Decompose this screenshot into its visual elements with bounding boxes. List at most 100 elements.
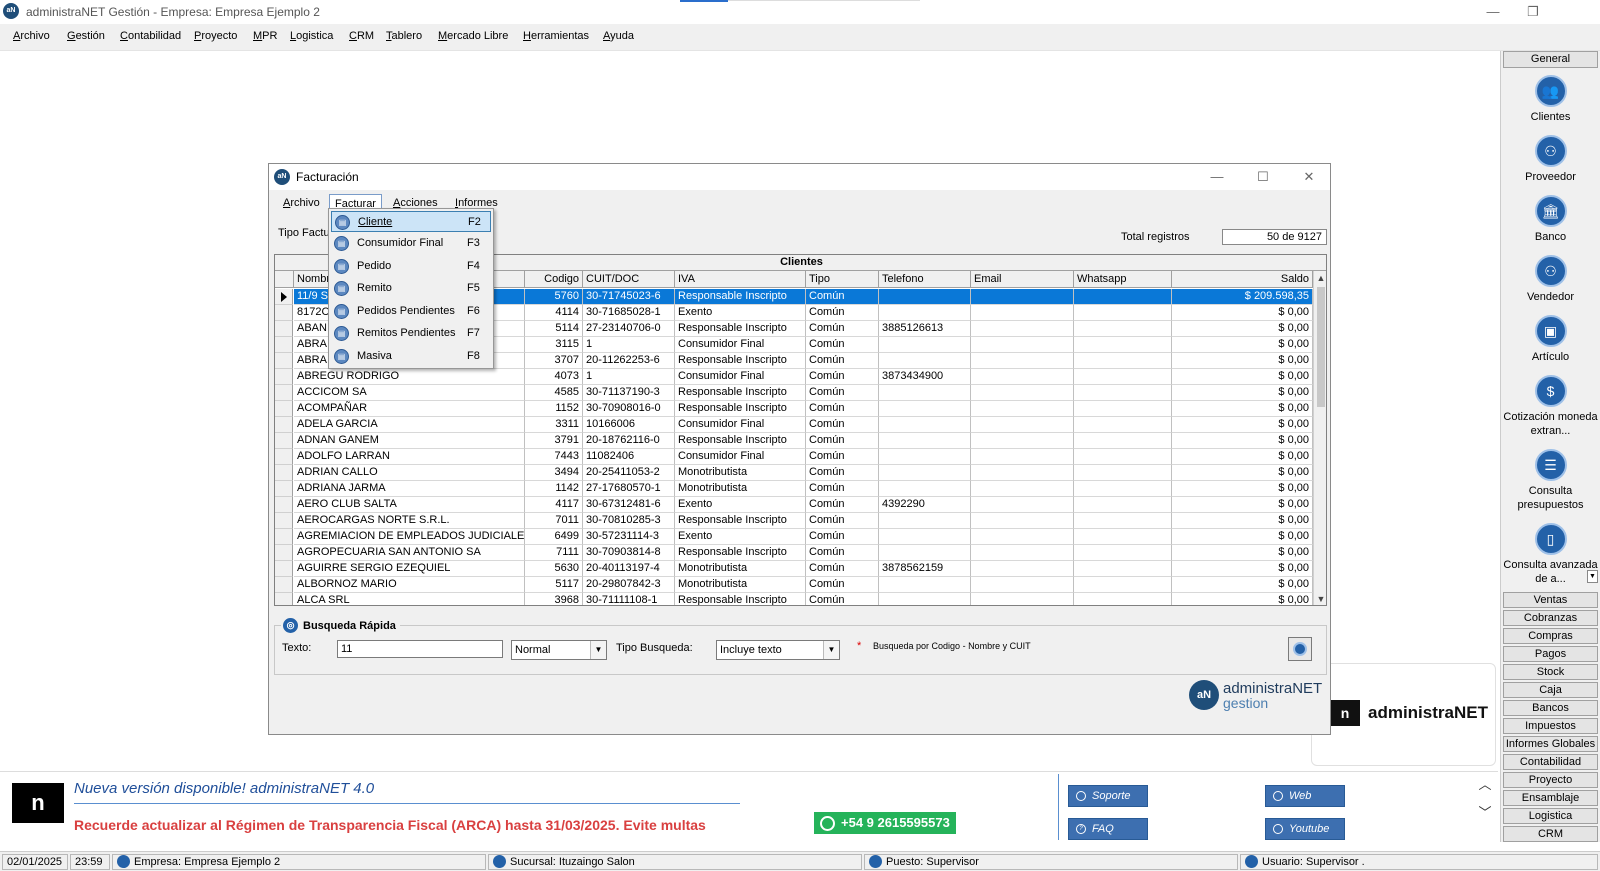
cell-saldo[interactable]: $ 0,00: [1172, 433, 1313, 449]
cell-telefono[interactable]: [879, 337, 971, 353]
cell-codigo[interactable]: 3311: [525, 417, 583, 433]
row-indicator[interactable]: [275, 497, 293, 513]
cell-nombre[interactable]: AERO CLUB SALTA: [294, 497, 525, 513]
cell-telefono[interactable]: [879, 529, 971, 545]
cell-whatsapp[interactable]: [1074, 337, 1172, 353]
shortcut-consulta-presupuestos[interactable]: ☰ Consulta presupuestos: [1503, 449, 1598, 512]
facturar-item-pedidos-pendientes[interactable]: ▤ Pedidos Pendientes F6: [331, 301, 491, 322]
col-header-codigo[interactable]: Codigo: [525, 271, 583, 288]
facturar-item-pedido[interactable]: ▤ Pedido F4: [331, 256, 491, 277]
menu-mpr[interactable]: MPR: [253, 30, 277, 42]
menu-herramientas[interactable]: Herramientas: [523, 30, 589, 42]
cell-codigo[interactable]: 4073: [525, 369, 583, 385]
row-indicator[interactable]: [275, 593, 293, 605]
module-proyecto[interactable]: Proyecto: [1503, 772, 1598, 788]
cell-email[interactable]: [971, 385, 1074, 401]
cell-nombre[interactable]: AGUIRRE SERGIO EZEQUIEL: [294, 561, 525, 577]
chevron-down-icon[interactable]: ▼: [590, 641, 606, 659]
cell-codigo[interactable]: 4117: [525, 497, 583, 513]
cell-codigo[interactable]: 7443: [525, 449, 583, 465]
cell-telefono[interactable]: [879, 481, 971, 497]
row-indicator[interactable]: [275, 385, 293, 401]
news-headline[interactable]: Nueva versión disponible! administraNET …: [74, 780, 374, 797]
cell-telefono[interactable]: [879, 417, 971, 433]
cell-tipo[interactable]: Común: [806, 353, 879, 369]
youtube-button[interactable]: Youtube: [1265, 818, 1345, 840]
cell-email[interactable]: [971, 369, 1074, 385]
cell-cuit[interactable]: 30-70908016-0: [583, 401, 675, 417]
cell-nombre[interactable]: AGREMIACION DE EMPLEADOS JUDICIALES Y D: [294, 529, 525, 545]
table-row[interactable]: AGUIRRE SERGIO EZEQUIEL 5630 20-40113197-4…: [275, 561, 1313, 577]
cell-nombre[interactable]: ALBORNOZ MARIO: [294, 577, 525, 593]
cell-cuit[interactable]: 20-29807842-3: [583, 577, 675, 593]
table-row[interactable]: ADRIANA JARMA 1142 27-17680570-1 Monotribut…: [275, 481, 1313, 497]
cell-whatsapp[interactable]: [1074, 481, 1172, 497]
table-row[interactable]: AERO CLUB SALTA 4117 30-67312481-6 Exento Co…: [275, 497, 1313, 513]
cell-cuit[interactable]: 30-57231114-3: [583, 529, 675, 545]
cell-iva[interactable]: Responsable Inscripto: [675, 401, 806, 417]
cell-whatsapp[interactable]: [1074, 321, 1172, 337]
cell-iva[interactable]: Responsable Inscripto: [675, 321, 806, 337]
cell-email[interactable]: [971, 417, 1074, 433]
shortcut-cotizacion[interactable]: $ Cotización moneda extran...: [1503, 375, 1598, 438]
cell-codigo[interactable]: 1142: [525, 481, 583, 497]
menu-crm[interactable]: CRM: [349, 30, 374, 42]
cell-tipo[interactable]: Común: [806, 369, 879, 385]
cell-iva[interactable]: Consumidor Final: [675, 449, 806, 465]
cell-cuit[interactable]: 30-67312481-6: [583, 497, 675, 513]
module-informes-globales[interactable]: Informes Globales: [1503, 736, 1598, 752]
cell-whatsapp[interactable]: [1074, 385, 1172, 401]
grid-vertical-scrollbar[interactable]: ▲ ▼: [1313, 271, 1326, 605]
row-indicator[interactable]: [275, 465, 293, 481]
cell-tipo[interactable]: Común: [806, 401, 879, 417]
search-type-select[interactable]: Incluye texto ▼: [716, 640, 840, 660]
cell-nombre[interactable]: ABREGU RODRIGO: [294, 369, 525, 385]
module-ensamblaje[interactable]: Ensamblaje: [1503, 790, 1598, 806]
row-indicator[interactable]: [275, 337, 293, 353]
cell-saldo[interactable]: $ 209.598,35: [1172, 289, 1313, 305]
menu-proyecto[interactable]: Proyecto: [194, 30, 237, 42]
shortcut-consulta-avanzada[interactable]: ▯ Consulta avanzada de a...: [1503, 523, 1598, 586]
cell-telefono[interactable]: 3873434900: [879, 369, 971, 385]
cell-cuit[interactable]: 30-71137190-3: [583, 385, 675, 401]
cell-cuit[interactable]: 27-17680570-1: [583, 481, 675, 497]
current-row-arrow-icon[interactable]: [275, 289, 293, 305]
cell-saldo[interactable]: $ 0,00: [1172, 353, 1313, 369]
cell-saldo[interactable]: $ 0,00: [1172, 385, 1313, 401]
table-row[interactable]: ADELA GARCIA 3311 10166006 Consumidor Final…: [275, 417, 1313, 433]
cell-tipo[interactable]: Común: [806, 465, 879, 481]
row-indicator[interactable]: [275, 529, 293, 545]
cell-nombre[interactable]: ALCA SRL: [294, 593, 525, 605]
col-header-telefono[interactable]: Telefono: [879, 271, 971, 288]
col-header-iva[interactable]: IVA: [675, 271, 806, 288]
cell-telefono[interactable]: [879, 513, 971, 529]
search-text-input[interactable]: 11: [337, 640, 503, 658]
col-header-tipo[interactable]: Tipo: [806, 271, 879, 288]
col-header-cuit[interactable]: CUIT/DOC: [583, 271, 675, 288]
row-indicator[interactable]: [275, 577, 293, 593]
cell-saldo[interactable]: $ 0,00: [1172, 481, 1313, 497]
cell-saldo[interactable]: $ 0,00: [1172, 529, 1313, 545]
cell-email[interactable]: [971, 561, 1074, 577]
cell-email[interactable]: [971, 481, 1074, 497]
module-caja[interactable]: Caja: [1503, 682, 1598, 698]
cell-iva[interactable]: Exento: [675, 497, 806, 513]
cell-saldo[interactable]: $ 0,00: [1172, 401, 1313, 417]
row-indicator[interactable]: [275, 433, 293, 449]
facturar-item-remito[interactable]: ▤ Remito F5: [331, 278, 491, 299]
cell-cuit[interactable]: 20-25411053-2: [583, 465, 675, 481]
cell-email[interactable]: [971, 289, 1074, 305]
cell-cuit[interactable]: 1: [583, 369, 675, 385]
cell-codigo[interactable]: 5630: [525, 561, 583, 577]
table-row[interactable]: AEROCARGAS NORTE S.R.L. 7011 30-70810285-3…: [275, 513, 1313, 529]
cell-tipo[interactable]: Común: [806, 433, 879, 449]
dialog-menu-archivo[interactable]: Archivo: [283, 197, 320, 209]
cell-telefono[interactable]: [879, 305, 971, 321]
module-pagos[interactable]: Pagos: [1503, 646, 1598, 662]
cell-whatsapp[interactable]: [1074, 529, 1172, 545]
banner-scroll-up-icon[interactable]: ︿: [1478, 774, 1492, 793]
row-indicator[interactable]: [275, 401, 293, 417]
cell-iva[interactable]: Monotributista: [675, 481, 806, 497]
cell-whatsapp[interactable]: [1074, 513, 1172, 529]
cell-whatsapp[interactable]: [1074, 289, 1172, 305]
